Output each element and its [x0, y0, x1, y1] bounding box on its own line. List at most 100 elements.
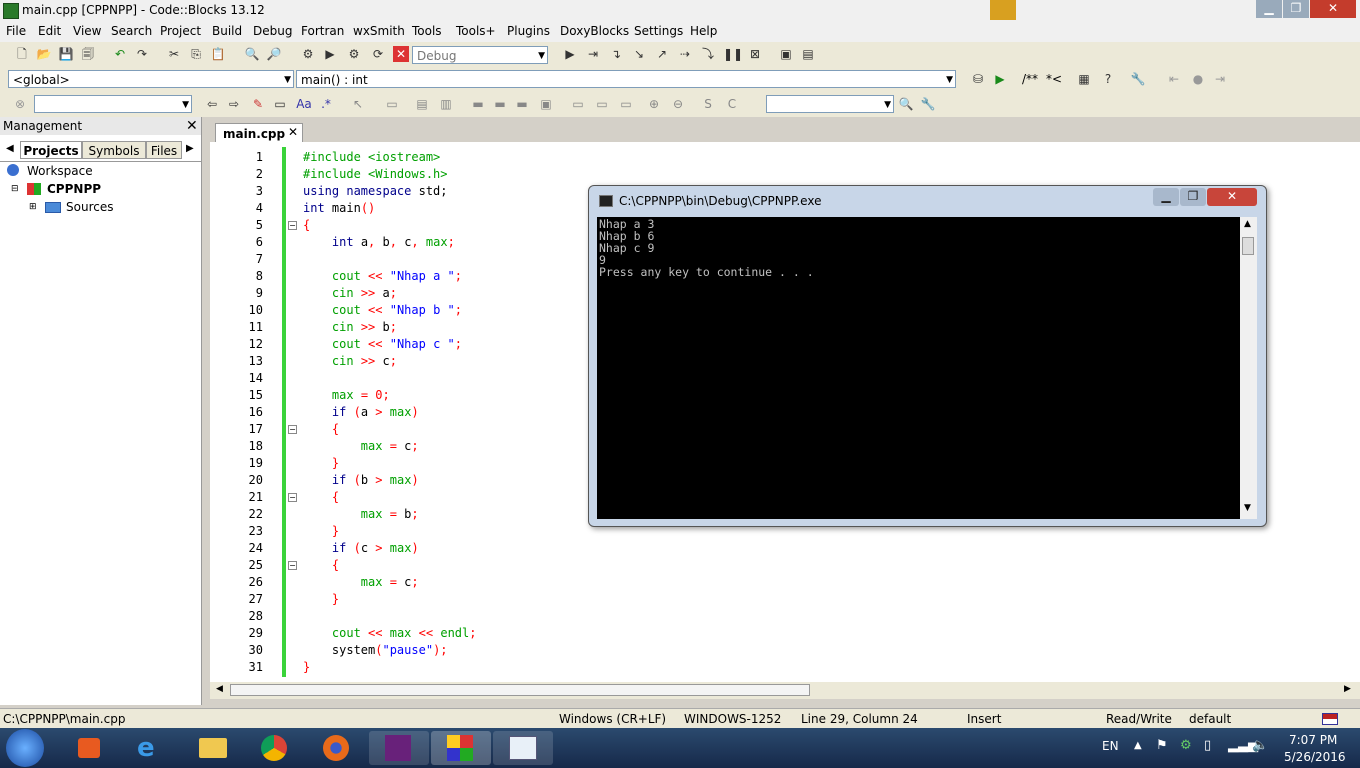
selected-text-icon[interactable]: ▭	[272, 96, 288, 112]
scroll-thumb[interactable]	[1242, 237, 1254, 255]
tree-sources[interactable]: Sources	[66, 200, 113, 214]
internet-explorer-icon[interactable]: e	[121, 731, 181, 765]
media-player-icon[interactable]	[60, 731, 120, 765]
new-file-icon[interactable]: 🗋	[14, 46, 30, 62]
tree-workspace[interactable]: Workspace	[27, 164, 93, 178]
menu-tools-plus[interactable]: Tools+	[456, 24, 496, 38]
clock-date[interactable]: 5/26/2016	[1284, 750, 1346, 764]
chm-icon[interactable]: ?	[1100, 71, 1116, 87]
step-out-icon[interactable]: ↗	[654, 46, 670, 62]
fold-toggle-icon[interactable]: −	[288, 561, 297, 570]
console-maximize-button[interactable]: ❐	[1180, 188, 1206, 206]
menu-doxyblocks[interactable]: DoxyBlocks	[560, 24, 629, 38]
layout-3-icon[interactable]: ▬	[514, 96, 530, 112]
minimize-button[interactable]: ▁	[1256, 0, 1282, 18]
menu-file[interactable]: File	[6, 24, 26, 38]
explorer-icon[interactable]	[183, 731, 243, 765]
device-icon[interactable]: ▯	[1204, 738, 1211, 753]
prev-bookmark-icon[interactable]: ⇤	[1166, 71, 1182, 87]
widget-2-icon[interactable]: ▭	[594, 96, 610, 112]
scroll-up-icon[interactable]: ▲	[1244, 219, 1251, 229]
console-output[interactable]: Nhap a 3 Nhap b 6 Nhap c 9 9 Press any k…	[597, 217, 1240, 519]
find-next-icon[interactable]: ⇨	[226, 96, 242, 112]
scroll-right-icon[interactable]: ▶	[1344, 684, 1351, 694]
volume-icon[interactable]: 🔈	[1252, 738, 1268, 753]
menu-settings[interactable]: Settings	[634, 24, 683, 38]
line-comment-button[interactable]: *<	[1046, 72, 1062, 86]
regex-icon[interactable]: .*	[318, 96, 334, 112]
redo-icon[interactable]: ↷	[134, 46, 150, 62]
tree-project[interactable]: CPPNPP	[47, 182, 101, 196]
wrench-icon[interactable]: 🔧	[1130, 71, 1146, 87]
widget-1-icon[interactable]: ▭	[570, 96, 586, 112]
pointer-icon[interactable]: ↖	[350, 96, 366, 112]
fold-toggle-icon[interactable]: −	[288, 493, 297, 502]
zoom-in-icon[interactable]: ⊕	[646, 96, 662, 112]
tray-app-icon[interactable]: ⚙	[1180, 738, 1192, 753]
firefox-icon[interactable]	[307, 731, 367, 765]
tab-projects[interactable]: Projects	[20, 141, 82, 159]
highlight-icon[interactable]: ✎	[250, 96, 266, 112]
match-case-icon[interactable]: Aa	[296, 96, 312, 112]
s-icon[interactable]: S	[700, 96, 716, 112]
console-window[interactable]: C:\CPPNPP\bin\Debug\CPPNPP.exe ▁ ❐ ✕ Nha…	[588, 185, 1267, 527]
menu-debug[interactable]: Debug	[253, 24, 292, 38]
cut-icon[interactable]: ✂	[166, 46, 182, 62]
save-icon[interactable]: 💾	[58, 46, 74, 62]
fold-toggle-icon[interactable]: −	[288, 221, 297, 230]
toggle-bookmark-icon[interactable]: ●	[1190, 71, 1206, 87]
frame-icon[interactable]: ▭	[384, 96, 400, 112]
stop-debug-icon[interactable]: ⊠	[747, 46, 763, 62]
layout-4-icon[interactable]: ▣	[538, 96, 554, 112]
step-into-icon[interactable]: ↘	[631, 46, 647, 62]
build-target-select[interactable]: Debug ▼	[412, 46, 548, 64]
paste-icon[interactable]: 📋	[210, 46, 226, 62]
scroll-thumb[interactable]	[230, 684, 810, 696]
panel-icon[interactable]: ▤	[414, 96, 430, 112]
clear-icon[interactable]: ⊗	[12, 96, 28, 112]
settings-icon[interactable]: 🔧	[920, 96, 936, 112]
pause-icon[interactable]: ❚❚	[723, 46, 743, 62]
expand-icon[interactable]: ⊞	[29, 202, 37, 212]
build-run-icon[interactable]: ⚙	[346, 46, 362, 62]
scroll-left-icon[interactable]: ◀	[216, 684, 223, 694]
maximize-button[interactable]: ❐	[1283, 0, 1309, 18]
close-tab-icon[interactable]: ✕	[288, 125, 298, 139]
menu-plugins[interactable]: Plugins	[507, 24, 550, 38]
search-icon[interactable]: 🔍	[898, 96, 914, 112]
various-info-icon[interactable]: ▤	[800, 46, 816, 62]
console-minimize-button[interactable]: ▁	[1153, 188, 1179, 206]
start-button[interactable]	[6, 729, 44, 767]
console-taskbar-icon[interactable]	[493, 731, 553, 765]
menu-help[interactable]: Help	[690, 24, 717, 38]
tab-symbols[interactable]: Symbols	[82, 141, 146, 159]
step-instruction-icon[interactable]: ⤵	[700, 46, 716, 62]
scope-select[interactable]: <global> ▼	[8, 70, 294, 88]
chrome-icon[interactable]	[245, 731, 305, 765]
scroll-down-icon[interactable]: ▼	[1244, 503, 1251, 513]
block-comment-button[interactable]: /**	[1022, 72, 1038, 86]
open-icon[interactable]: 📂	[36, 46, 52, 62]
next-line-icon[interactable]: ↴	[608, 46, 624, 62]
copy-icon[interactable]: ⎘	[188, 46, 204, 62]
run-icon[interactable]: ▶	[322, 46, 338, 62]
rebuild-icon[interactable]: ⟳	[370, 46, 386, 62]
codeblocks-taskbar-icon[interactable]	[431, 731, 491, 765]
collapse-icon[interactable]: ⊟	[11, 184, 19, 194]
menu-project[interactable]: Project	[160, 24, 201, 38]
find-icon[interactable]: 🔍	[244, 46, 260, 62]
menu-wxsmith[interactable]: wxSmith	[353, 24, 405, 38]
doxywizard-icon[interactable]: ⛁	[970, 71, 986, 87]
tray-arrow-icon[interactable]: ▲	[1134, 740, 1142, 751]
find-previous-icon[interactable]: ⇦	[204, 96, 220, 112]
c-icon[interactable]: C	[724, 96, 740, 112]
editor-tab[interactable]: main.cpp ✕	[215, 123, 303, 142]
close-button[interactable]: ✕	[1310, 0, 1356, 18]
save-all-icon[interactable]: 🗐	[80, 46, 96, 62]
fold-toggle-icon[interactable]: −	[288, 425, 297, 434]
incremental-search-input[interactable]: ▼	[34, 95, 192, 113]
console-vscrollbar[interactable]: ▲ ▼	[1240, 217, 1257, 519]
search-select[interactable]: ▼	[766, 95, 894, 113]
dialog-icon[interactable]: ▥	[438, 96, 454, 112]
layout-1-icon[interactable]: ▬	[470, 96, 486, 112]
